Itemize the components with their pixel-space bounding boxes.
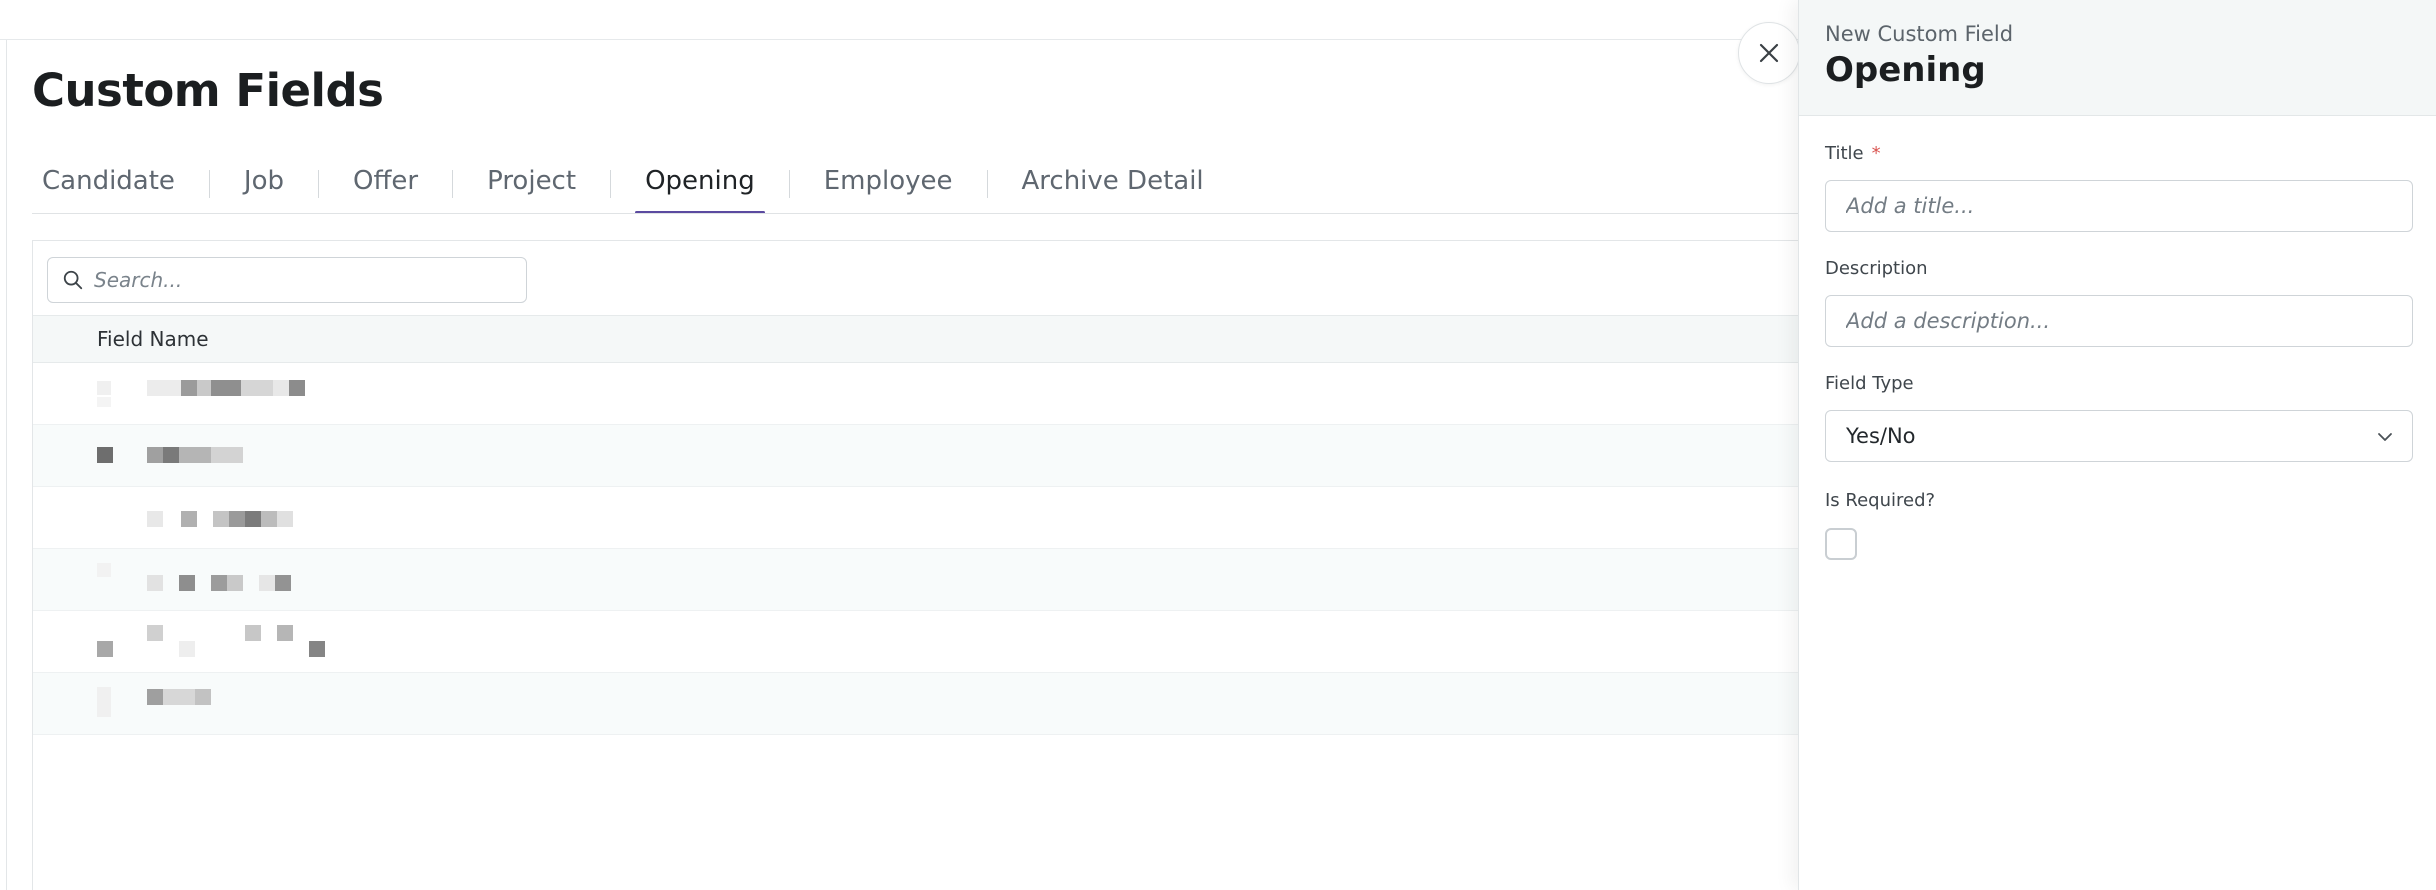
redacted-pixel xyxy=(147,380,181,396)
description-label: Description xyxy=(1825,258,1928,279)
close-drawer-button[interactable] xyxy=(1738,22,1800,84)
drawer-header: New Custom Field Opening xyxy=(1799,0,2436,116)
redacted-pixel xyxy=(147,575,163,591)
redacted-pixel xyxy=(97,687,111,717)
tab-offer[interactable]: Offer xyxy=(343,156,428,214)
tab-candidate[interactable]: Candidate xyxy=(32,156,185,214)
left-divider xyxy=(6,40,7,890)
table-row[interactable] xyxy=(33,425,1813,487)
redacted-pixel xyxy=(229,511,245,527)
redacted-pixel xyxy=(273,380,289,396)
redacted-pixel xyxy=(289,380,305,396)
drawer-subtitle: New Custom Field xyxy=(1825,22,2014,46)
redacted-pixel xyxy=(309,641,325,657)
tab-opening[interactable]: Opening xyxy=(635,156,765,214)
column-header-field-name: Field Name xyxy=(97,327,209,351)
description-input[interactable] xyxy=(1846,309,2386,333)
tab-separator xyxy=(610,170,612,198)
title-label-text: Title xyxy=(1825,143,1864,164)
redacted-pixel xyxy=(147,511,163,527)
redacted-pixel xyxy=(211,380,241,396)
field-type-value: Yes/No xyxy=(1846,424,1916,448)
tab-separator xyxy=(318,170,320,198)
tabs-underline xyxy=(32,213,1812,214)
tab-separator xyxy=(788,170,790,198)
redacted-pixel xyxy=(181,511,197,527)
redacted-pixel xyxy=(211,575,227,591)
tab-separator xyxy=(452,170,454,198)
tab-separator xyxy=(208,170,210,198)
chevron-down-icon xyxy=(2378,433,2392,441)
table-row[interactable] xyxy=(33,487,1813,549)
redacted-pixel xyxy=(147,625,163,641)
redacted-pixel xyxy=(97,381,111,395)
close-icon xyxy=(1759,43,1779,63)
tab-archive-detail[interactable]: Archive Detail xyxy=(1012,156,1214,214)
drawer-title: Opening xyxy=(1825,50,1986,90)
new-custom-field-drawer: New Custom Field Opening Title * Descript… xyxy=(1798,0,2436,890)
required-asterisk: * xyxy=(1871,143,1881,164)
redacted-pixel xyxy=(213,511,229,527)
redacted-pixel xyxy=(163,447,179,463)
search-input[interactable] xyxy=(94,268,494,292)
redacted-pixel xyxy=(277,511,293,527)
is-required-label: Is Required? xyxy=(1825,490,1936,511)
redacted-pixel xyxy=(97,641,113,657)
redacted-pixel xyxy=(179,641,195,657)
table-row[interactable] xyxy=(33,363,1813,425)
redacted-pixel xyxy=(97,563,111,577)
field-type-select[interactable]: Yes/No xyxy=(1825,410,2413,462)
redacted-pixel xyxy=(179,447,211,463)
redacted-pixel xyxy=(97,447,113,463)
tab-project[interactable]: Project xyxy=(477,156,586,214)
search-box[interactable] xyxy=(47,257,527,303)
table-row[interactable] xyxy=(33,549,1813,611)
redacted-pixel xyxy=(261,511,277,527)
tab-job[interactable]: Job xyxy=(234,156,294,214)
search-icon xyxy=(63,270,83,290)
redacted-pixel xyxy=(241,380,273,396)
custom-fields-table-card: Field Name xyxy=(32,240,1813,890)
tab-employee[interactable]: Employee xyxy=(814,156,963,214)
title-field[interactable] xyxy=(1825,180,2413,232)
tab-separator xyxy=(986,170,988,198)
redacted-pixel xyxy=(197,380,211,396)
redacted-pixel xyxy=(245,511,261,527)
redacted-pixel xyxy=(163,689,195,705)
redacted-pixel xyxy=(227,575,243,591)
table-header: Field Name xyxy=(33,315,1813,363)
redacted-pixel xyxy=(259,575,275,591)
redacted-pixel xyxy=(147,447,163,463)
title-label: Title * xyxy=(1825,143,1881,164)
title-input[interactable] xyxy=(1846,194,2386,218)
table-row[interactable] xyxy=(33,611,1813,673)
redacted-pixel xyxy=(277,625,293,641)
redacted-pixel xyxy=(211,447,243,463)
page-title: Custom Fields xyxy=(32,64,384,117)
table-row[interactable] xyxy=(33,673,1813,735)
tab-bar: Candidate Job Offer Project Opening Empl… xyxy=(32,156,1812,214)
description-field[interactable] xyxy=(1825,295,2413,347)
is-required-checkbox[interactable] xyxy=(1825,528,1857,560)
field-type-label: Field Type xyxy=(1825,373,1914,394)
redacted-pixel xyxy=(181,380,197,396)
redacted-pixel xyxy=(97,397,111,407)
redacted-pixel xyxy=(179,575,195,591)
redacted-pixel xyxy=(147,689,163,705)
redacted-pixel xyxy=(245,625,261,641)
redacted-pixel xyxy=(195,689,211,705)
redacted-pixel xyxy=(275,575,291,591)
